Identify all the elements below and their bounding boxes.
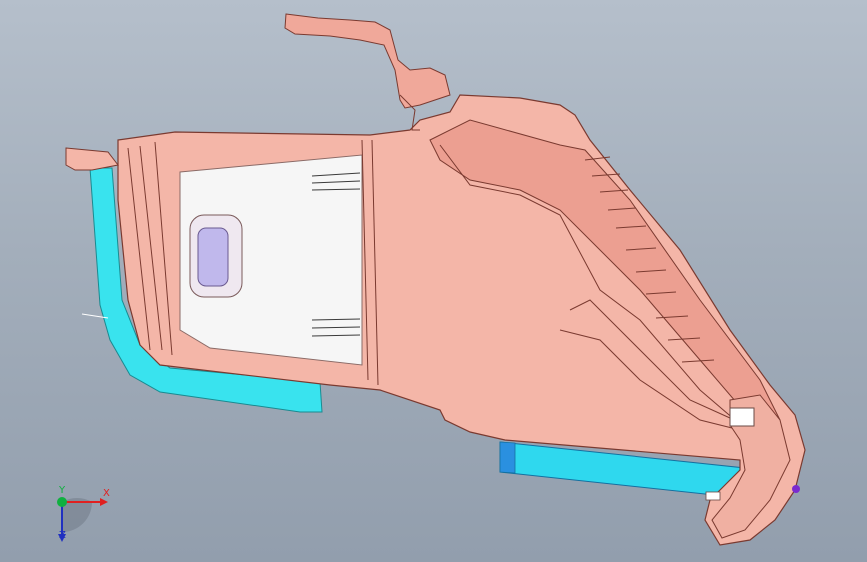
x-axis-label: X — [103, 488, 110, 499]
top-bracket — [284, 13, 451, 109]
3d-model-part[interactable] — [0, 0, 867, 562]
cad-viewport[interactable]: X Y Z — [0, 0, 867, 562]
y-axis-label: Y — [59, 485, 66, 496]
coordinate-triad: X Y Z — [40, 478, 120, 548]
z-axis-label: Z — [59, 530, 66, 541]
left-tab — [65, 147, 119, 171]
